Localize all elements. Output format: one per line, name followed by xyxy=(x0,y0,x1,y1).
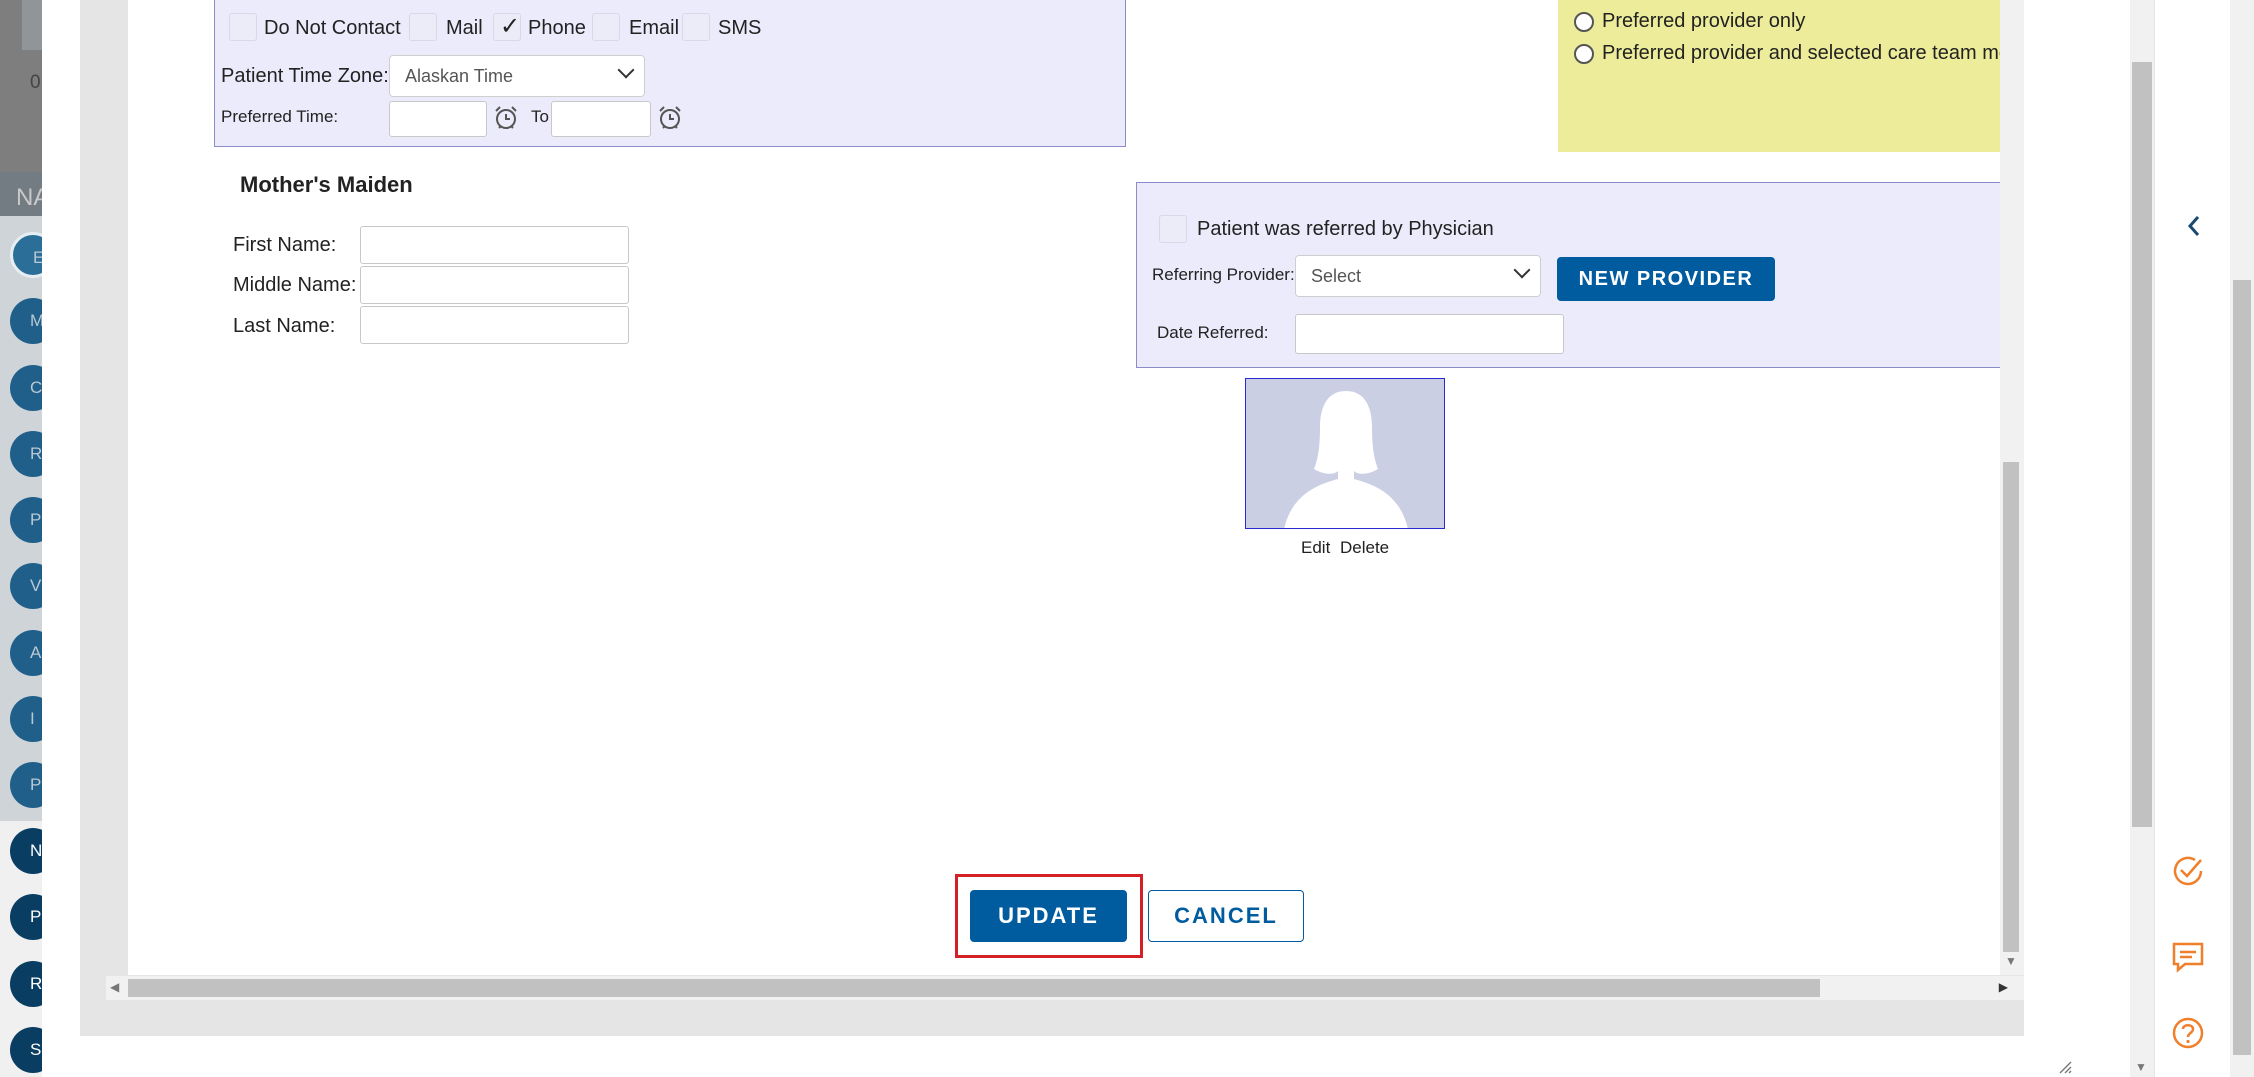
new-provider-button[interactable]: NEW PROVIDER xyxy=(1557,257,1775,301)
resize-grip-icon[interactable] xyxy=(2058,1060,2072,1074)
checkmark-icon: ✓ xyxy=(500,13,521,40)
scroll-left-arrow-icon[interactable]: ◀ xyxy=(110,980,119,994)
preferred-provider-only-label: Preferred provider only xyxy=(1602,10,1806,32)
first-name-label: First Name: xyxy=(233,234,337,256)
background-list-header: NA xyxy=(0,172,42,216)
time-zone-select[interactable]: Alaskan Time xyxy=(389,55,645,97)
female-avatar-icon xyxy=(1284,391,1408,528)
preferred-provider-and-team-label: Preferred provider and selected care tea… xyxy=(1602,42,2010,64)
side-panel-scrollbar[interactable] xyxy=(2230,0,2254,1077)
scroll-down-arrow-icon[interactable]: ▼ xyxy=(2005,954,2017,968)
preferred-provider-and-team-radio[interactable] xyxy=(1574,44,1594,64)
chevron-down-icon xyxy=(617,61,635,79)
do-not-contact-checkbox[interactable] xyxy=(229,13,257,41)
patient-photo xyxy=(1245,378,1445,529)
middle-name-label: Middle Name: xyxy=(233,274,357,296)
scrollbar-thumb[interactable] xyxy=(128,979,1820,997)
mail-checkbox[interactable] xyxy=(409,13,437,41)
chevron-left-icon[interactable] xyxy=(2186,214,2202,238)
sms-checkbox[interactable] xyxy=(682,13,710,41)
preferred-time-label: Preferred Time: xyxy=(221,107,339,126)
referred-by-physician-checkbox[interactable] xyxy=(1159,215,1187,243)
referring-provider-value: Select xyxy=(1311,266,1362,286)
content-vertical-scrollbar[interactable]: ▼ xyxy=(2000,0,2024,975)
maiden-last-name-input[interactable] xyxy=(360,306,629,344)
referred-by-physician-label: Patient was referred by Physician xyxy=(1197,218,1494,240)
do-not-contact-label: Do Not Contact xyxy=(264,17,401,39)
mail-label: Mail xyxy=(446,17,483,39)
background-header-block xyxy=(22,0,42,50)
time-zone-label: Patient Time Zone: xyxy=(221,65,389,87)
scrollbar-thumb[interactable] xyxy=(2233,280,2251,1055)
to-label: To xyxy=(531,107,549,126)
alarm-clock-icon[interactable] xyxy=(657,105,683,131)
last-name-label: Last Name: xyxy=(233,315,336,337)
question-circle-icon[interactable] xyxy=(2171,1016,2205,1050)
email-label: Email xyxy=(629,17,680,39)
maiden-middle-name-input[interactable] xyxy=(360,266,629,304)
email-checkbox[interactable] xyxy=(592,13,620,41)
content-horizontal-scrollbar[interactable]: ◀ ▶ xyxy=(106,976,2024,1000)
photo-edit-link[interactable]: Edit xyxy=(1301,538,1330,558)
contact-preferences-section: Do Not Contact Mail ✓ Phone Email SMS Pa… xyxy=(214,0,1126,147)
referral-section: Patient was referred by Physician Referr… xyxy=(1136,182,2016,368)
provider-preference-section: Preferred provider only Preferred provid… xyxy=(1558,0,2010,152)
scrollbar-thumb[interactable] xyxy=(2132,62,2152,827)
scrollbar-thumb[interactable] xyxy=(2003,462,2019,952)
date-referred-input[interactable] xyxy=(1295,314,1564,354)
scroll-down-arrow-icon[interactable]: ▼ xyxy=(2135,1060,2147,1074)
preferred-provider-only-radio[interactable] xyxy=(1574,12,1594,32)
phone-label: Phone xyxy=(528,17,586,39)
scroll-right-arrow-icon[interactable]: ▶ xyxy=(1999,980,2008,994)
preferred-time-from-input[interactable] xyxy=(389,101,487,137)
time-zone-value: Alaskan Time xyxy=(405,66,514,86)
alarm-clock-icon[interactable] xyxy=(493,105,519,131)
referring-provider-label: Referring Provider: xyxy=(1152,265,1295,284)
maiden-first-name-input[interactable] xyxy=(360,226,629,264)
mothers-maiden-title: Mother's Maiden xyxy=(240,172,413,197)
check-circle-icon[interactable] xyxy=(2171,854,2205,888)
preferred-time-to-input[interactable] xyxy=(551,101,651,137)
page-vertical-scrollbar[interactable]: ▼ xyxy=(2130,0,2154,1077)
referring-provider-select[interactable]: Select xyxy=(1295,255,1541,297)
update-button[interactable]: UPDATE xyxy=(970,890,1127,942)
phone-checkbox[interactable]: ✓ xyxy=(493,13,521,41)
photo-delete-link[interactable]: Delete xyxy=(1340,538,1389,558)
cancel-button[interactable]: CANCEL xyxy=(1148,890,1304,942)
background-count: 0 xyxy=(30,72,41,93)
chat-icon[interactable] xyxy=(2171,940,2205,974)
sms-label: SMS xyxy=(718,17,762,39)
chevron-down-icon xyxy=(1513,261,1531,279)
date-referred-label: Date Referred: xyxy=(1157,323,1269,342)
